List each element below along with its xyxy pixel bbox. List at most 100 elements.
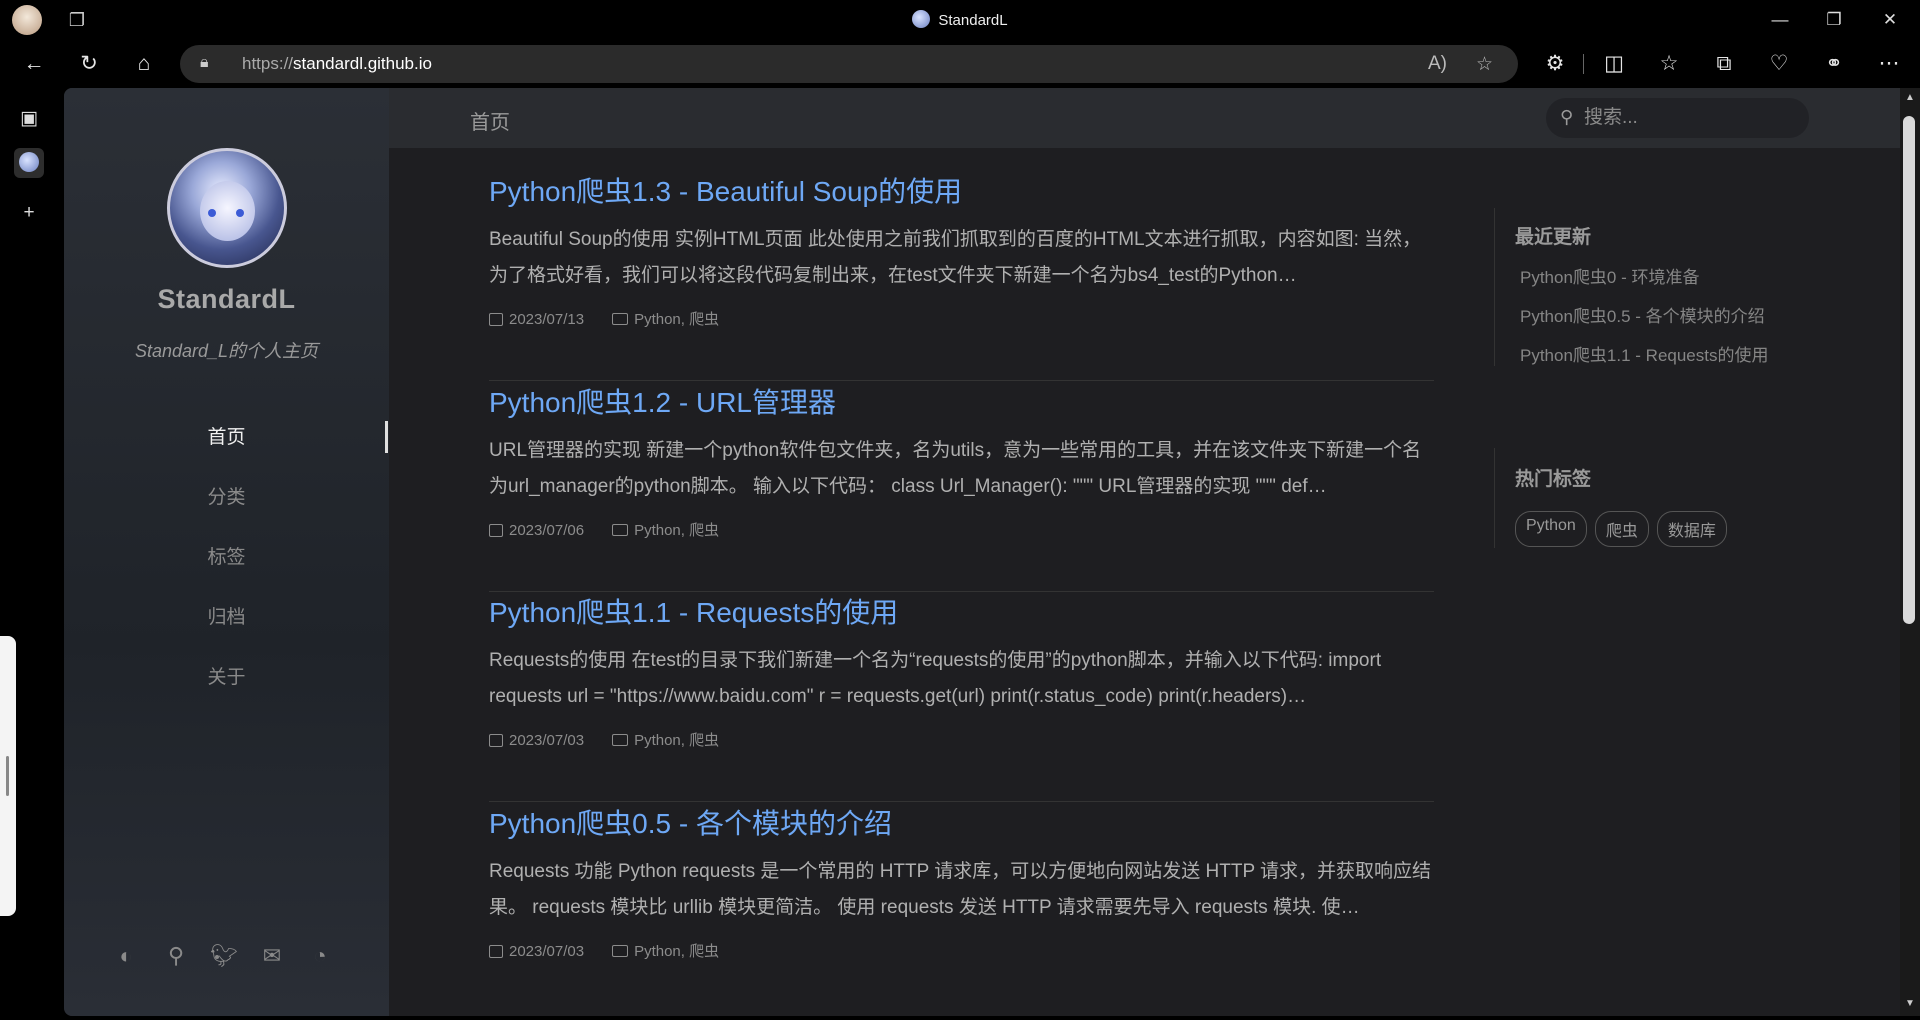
extensions-icon[interactable]: ⚙ (1541, 50, 1569, 78)
url-scheme: https:// (242, 54, 294, 73)
health-icon[interactable]: ♡ (1765, 50, 1793, 78)
menu-item-tags[interactable]: 标签 (64, 542, 389, 569)
folder-icon (612, 313, 629, 325)
vertical-tab-bar: ▣ + (0, 88, 64, 1020)
menu-item-home[interactable]: 首页 (64, 422, 389, 449)
scrollbar-thumb[interactable] (1903, 116, 1915, 624)
folder-icon (612, 524, 629, 536)
restore-button[interactable]: ❐ (1818, 6, 1850, 34)
site-favicon-icon (19, 152, 39, 172)
calendar-icon (489, 734, 503, 747)
title-bar: ❐ StandardL — ❐ ✕ (0, 0, 1920, 40)
site-title[interactable]: StandardL (64, 284, 389, 315)
recent-link[interactable]: Python爬虫0 - 环境准备 (1515, 263, 1794, 288)
post-title[interactable]: Python爬虫1.1 - Requests的使用 (489, 591, 898, 631)
post-meta: 2023/07/06 Python, 爬虫 (489, 519, 719, 540)
recent-updates-title: 最近更新 (1515, 227, 1592, 248)
tag-database[interactable]: 数据库 (1656, 511, 1727, 547)
post-meta: 2023/07/03 Python, 爬虫 (489, 729, 719, 750)
favorites-icon[interactable]: ☆ (1655, 50, 1683, 78)
more-icon[interactable]: ⋯ (1875, 50, 1903, 78)
split-screen-icon[interactable]: ◫ (1600, 50, 1628, 78)
theme-toggle-icon[interactable]: ◐ (112, 942, 140, 970)
blog-sidebar: StandardL Standard_L的个人主页 首页 分类 标签 归档 关于… (64, 88, 389, 1016)
scroll-up-icon[interactable]: ▲ (1903, 92, 1917, 103)
post-date: 2023/07/03 (509, 943, 585, 960)
post-item: Python爬虫1.1 - Requests的使用 Requests的使用 在t… (489, 591, 1434, 802)
recent-updates-widget: 最近更新 Python爬虫0 - 环境准备 Python爬虫0.5 - 各个模块… (1494, 208, 1794, 366)
close-button[interactable]: ✕ (1874, 6, 1906, 34)
home-icon[interactable]: ⌂ (130, 50, 158, 78)
scroll-down-icon[interactable]: ▼ (1903, 998, 1917, 1009)
post-title[interactable]: Python爬虫1.2 - URL管理器 (489, 381, 836, 421)
hot-tags-title: 热门标签 (1515, 469, 1592, 490)
folder-icon (612, 945, 629, 957)
github-icon[interactable]: ⚲ (162, 942, 190, 970)
email-icon[interactable]: ✉ (258, 942, 286, 970)
menu-item-archives[interactable]: 归档 (64, 602, 389, 629)
post-excerpt: URL管理器的实现 新建一个python软件包文件夹，名为utils，意为一些常… (489, 440, 1422, 497)
new-tab-icon[interactable]: + (14, 198, 44, 228)
site-favicon-icon (912, 10, 931, 28)
post-item: Python爬虫1.2 - URL管理器 URL管理器的实现 新建一个pytho… (489, 381, 1434, 592)
address-bar[interactable]: 🔒︎ https://standardl.github.io A) ☆ (180, 45, 1518, 83)
post-title[interactable]: Python爬虫0.5 - 各个模块的介绍 (489, 802, 892, 842)
folder-icon (612, 734, 629, 746)
search-input[interactable] (1584, 105, 1794, 131)
post-item: Python爬虫1.3 - Beautiful Soup的使用 Beautifu… (489, 170, 1434, 381)
window-title-text: StandardL (938, 12, 1008, 29)
browser-toolbar: ← ↻ ⌂ 🔒︎ https://standardl.github.io A) … (0, 40, 1920, 88)
author-avatar[interactable] (167, 148, 287, 268)
sidebar-drag-handle[interactable] (0, 636, 16, 916)
recent-link[interactable]: Python爬虫0.5 - 各个模块的介绍 (1515, 302, 1794, 327)
hot-tags-widget: 热门标签 Python 爬虫 数据库 (1494, 448, 1794, 548)
search-icon: ⚲ (1560, 107, 1574, 127)
search-box[interactable]: ⚲ (1546, 98, 1809, 138)
url-text[interactable]: https://standardl.github.io (242, 54, 432, 74)
back-icon[interactable]: ← (20, 50, 48, 78)
breadcrumb[interactable]: 首页 (470, 106, 510, 135)
window-title: StandardL (0, 10, 1920, 29)
post-date: 2023/07/03 (509, 732, 585, 749)
post-categories[interactable]: Python, 爬虫 (634, 522, 719, 539)
post-excerpt: Beautiful Soup的使用 实例HTML页面 此处使用之前我们抓取到的百… (489, 229, 1422, 286)
post-categories[interactable]: Python, 爬虫 (634, 943, 719, 960)
post-date: 2023/07/13 (509, 311, 585, 328)
toolbar-divider (1583, 54, 1584, 74)
page-scrollbar[interactable]: ▲ ▼ (1900, 88, 1920, 1016)
rss-icon[interactable]: ◔ (306, 942, 334, 970)
post-item: Python爬虫0.5 - 各个模块的介绍 Requests 功能 Python… (489, 802, 1434, 1013)
post-meta: 2023/07/03 Python, 爬虫 (489, 940, 719, 961)
recent-link[interactable]: Python爬虫1.1 - Requests的使用 (1515, 341, 1794, 366)
site-subtitle: Standard_L的个人主页 (134, 341, 319, 361)
post-meta: 2023/07/13 Python, 爬虫 (489, 308, 719, 329)
post-categories[interactable]: Python, 爬虫 (634, 732, 719, 749)
tab-panel-icon[interactable]: ▣ (14, 104, 44, 134)
tag-python[interactable]: Python (1515, 511, 1587, 547)
favorite-star-icon[interactable]: ☆ (1476, 53, 1493, 76)
minimize-button[interactable]: — (1764, 6, 1796, 34)
menu-item-categories[interactable]: 分类 (64, 482, 389, 509)
read-aloud-icon[interactable]: A) (1428, 53, 1447, 75)
post-excerpt: Requests 功能 Python requests 是一个常用的 HTTP … (489, 861, 1432, 918)
page-viewport: StandardL Standard_L的个人主页 首页 分类 标签 归档 关于… (64, 88, 1900, 1016)
url-host: standardl.github.io (293, 54, 432, 73)
calendar-icon (489, 524, 503, 537)
post-title[interactable]: Python爬虫1.3 - Beautiful Soup的使用 (489, 170, 962, 210)
collections-icon[interactable]: ⧉ (1710, 50, 1738, 78)
post-date: 2023/07/06 (509, 522, 585, 539)
tag-crawler[interactable]: 爬虫 (1594, 511, 1649, 547)
menu-item-about[interactable]: 关于 (64, 662, 389, 689)
tab-standardl[interactable] (14, 148, 44, 178)
refresh-icon[interactable]: ↻ (75, 50, 103, 78)
lock-icon[interactable]: 🔒︎ (200, 54, 209, 72)
twitter-icon[interactable]: 🐦︎ (210, 942, 238, 970)
calendar-icon (489, 945, 503, 958)
menu-active-indicator (385, 421, 388, 453)
calendar-icon (489, 313, 503, 326)
post-excerpt: Requests的使用 在test的目录下我们新建一个名为“requests的使… (489, 650, 1382, 707)
tag-list: Python 爬虫 数据库 (1515, 511, 1794, 547)
post-categories[interactable]: Python, 爬虫 (634, 311, 719, 328)
page-header: 首页 ⚲ (389, 88, 1900, 148)
copilot-icon[interactable]: ⚭ (1820, 50, 1848, 78)
